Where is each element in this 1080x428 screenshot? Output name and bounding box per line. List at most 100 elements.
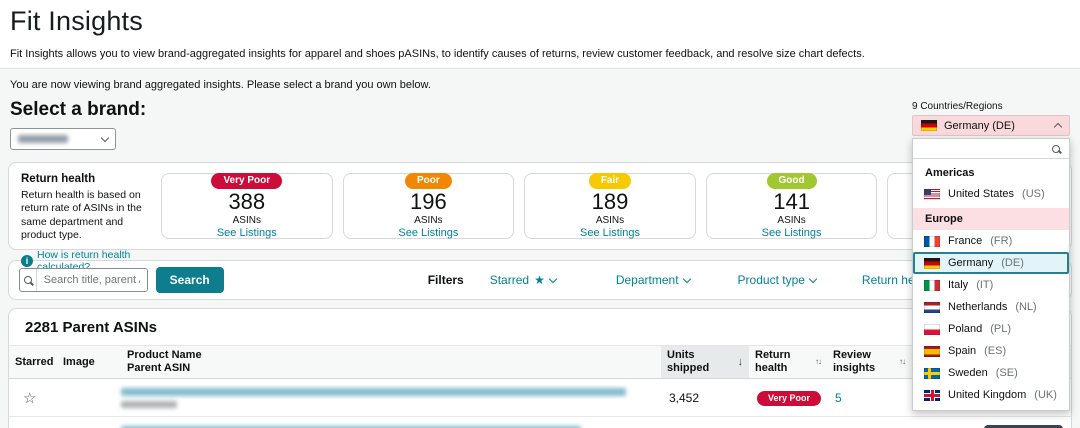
country-name: Poland [948,323,982,335]
flag-united-states-icon [924,189,940,200]
flag-france-icon [924,236,940,247]
return-health-description: Return health is based on return rate of… [21,189,151,243]
country-selector-control[interactable]: Germany (DE) [912,115,1070,136]
filter-starred-label: Starred [490,273,529,287]
column-product-name: Product Name Parent ASIN [121,346,661,378]
column-image: Image [57,353,121,372]
asin-unit-label: ASINs [777,215,805,226]
country-selector-label: 9 Countries/Regions [912,101,1070,112]
units-shipped-value: 3,452 [661,391,749,405]
asin-unit-label: ASINs [233,215,261,226]
country-name: Netherlands [948,301,1007,313]
see-listings-link[interactable]: See Listings [217,227,277,239]
search-button[interactable]: Search [156,267,224,293]
country-name: France [948,235,982,247]
star-outline-icon[interactable] [23,392,36,406]
product-name-cell[interactable] [121,388,661,408]
status-badge: Fair [589,173,631,189]
column-units-shipped[interactable]: Units shipped ↓ [661,346,749,378]
page-title: Fit Insights [10,6,1070,37]
status-badge: Very Poor [211,173,282,189]
chevron-down-icon [809,274,817,282]
flag-netherlands-icon [924,302,940,313]
group-americas: Americas [913,159,1069,183]
page-description: Fit Insights allows you to view brand-ag… [10,48,1070,60]
table-row: 1,670 Poor 1 1 See details [9,417,1071,428]
column-return-health[interactable]: Return health ↑↓ [749,346,827,378]
asin-count: 388 [228,190,265,214]
flag-poland-icon [924,324,940,335]
country-code: (US) [1022,188,1045,200]
info-icon: i [21,255,33,267]
flag-sweden-icon [924,368,940,379]
selected-country-code: (DE) [992,120,1015,132]
see-listings-link[interactable]: See Listings [580,227,640,239]
asin-unit-label: ASINs [596,215,624,226]
column-return-health-label: Return health [755,349,810,375]
brand-name-redacted [18,135,68,143]
country-code: (SE) [996,367,1018,379]
country-code: (UK) [1034,389,1057,401]
brand-notice: You are now viewing brand aggregated ins… [10,79,1072,91]
country-item-pl[interactable]: Poland (PL) [913,318,1069,340]
search-input[interactable] [37,269,147,291]
see-listings-link[interactable]: See Listings [398,227,458,239]
flag-united-kingdom-icon [924,390,940,401]
selected-country-name: Germany [944,120,989,132]
product-image-cell [57,391,121,405]
filter-department[interactable]: Department [616,273,690,287]
column-product-name-line1: Product Name [127,349,202,361]
review-insights-value[interactable]: 5 [827,391,911,405]
return-health-card-very-poor: Very Poor 388 ASINs See Listings [161,173,333,239]
flag-spain-icon [924,346,940,357]
chevron-down-icon [101,133,109,141]
country-search[interactable] [913,139,1069,159]
country-name: Germany [948,257,993,269]
product-title-redacted [121,388,626,396]
sort-toggle-icon: ↑↓ [899,357,905,367]
search-icon [20,269,37,291]
country-name: Italy [948,279,968,291]
see-listings-link[interactable]: See Listings [762,227,822,239]
flag-germany-icon [924,258,940,269]
filter-starred[interactable]: Starred [490,273,556,287]
selected-country: Germany (DE) [944,120,1015,132]
flag-italy-icon [924,280,940,291]
country-code: (ES) [984,345,1006,357]
column-units-shipped-label: Units shipped [667,349,733,375]
asin-count: 189 [592,190,629,214]
country-code: (FR) [990,235,1012,247]
column-parent-asin-line2: Parent ASIN [127,362,190,374]
column-review-insights-label: Review insights [833,349,894,375]
filters-label: Filters [428,273,464,287]
country-item-de[interactable]: Germany (DE) [913,252,1069,274]
asin-unit-label: ASINs [414,215,442,226]
country-item-es[interactable]: Spain (ES) [913,340,1069,362]
country-selector: 9 Countries/Regions Germany (DE) America… [912,101,1070,411]
country-item-nl[interactable]: Netherlands (NL) [913,296,1069,318]
return-health-card-fair: Fair 189 ASINs See Listings [524,173,696,239]
return-health-card-poor: Poor 196 ASINs See Listings [343,173,515,239]
status-badge: Very Poor [757,391,821,406]
country-name: Spain [948,345,976,357]
return-health-title: Return health [21,173,151,185]
country-code: (PL) [990,323,1011,335]
column-review-insights[interactable]: Review insights ↑↓ [827,346,911,378]
country-list: Americas United States (US) Europe Franc… [913,159,1069,410]
sort-descending-icon: ↓ [738,356,744,369]
chevron-up-icon [1054,123,1062,131]
status-badge: Poor [405,173,452,189]
country-item-it[interactable]: Italy (IT) [913,274,1069,296]
filter-product-type[interactable]: Product type [738,273,816,287]
chevron-down-icon [549,274,557,282]
country-item-fr[interactable]: France (FR) [913,230,1069,252]
filter-department-label: Department [616,273,679,287]
country-name: Sweden [948,367,988,379]
country-item-se[interactable]: Sweden (SE) [913,362,1069,384]
brand-select-dropdown[interactable] [10,128,116,150]
search-group [19,268,148,292]
country-item-us[interactable]: United States (US) [913,183,1069,205]
filter-product-type-label: Product type [738,273,805,287]
country-item-uk[interactable]: United Kingdom (UK) [913,384,1069,406]
sort-toggle-icon: ↑↓ [815,357,821,367]
